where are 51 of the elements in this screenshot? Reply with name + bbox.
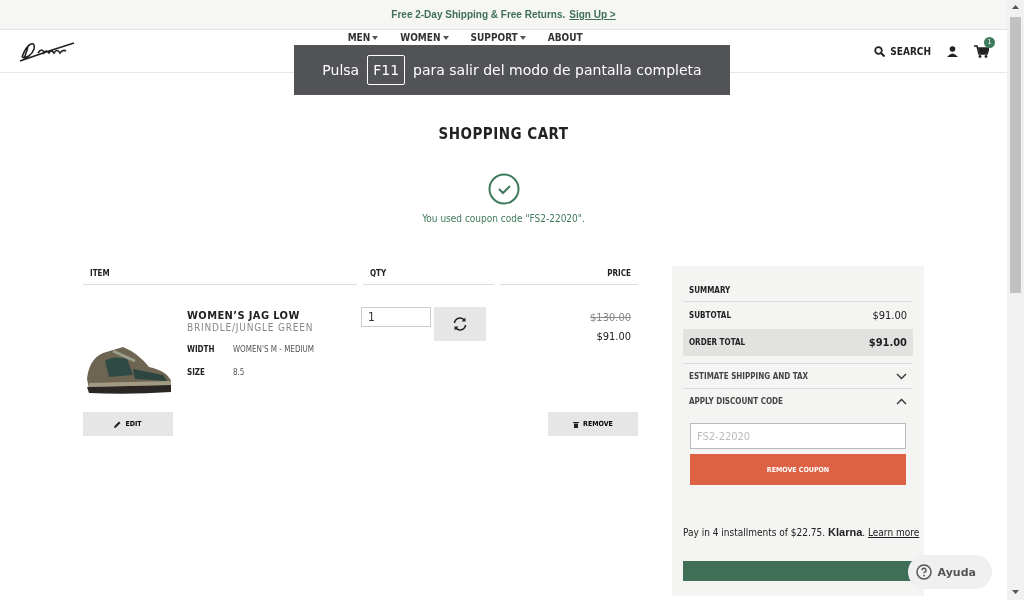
chevron-icon — [896, 372, 907, 380]
caret-icon — [442, 35, 449, 40]
trash-icon — [573, 420, 580, 428]
attribute-value: 8.5 — [233, 368, 245, 377]
product-name[interactable]: WOMEN’S JAG LOW — [187, 309, 355, 322]
scrollbar-thumb[interactable] — [1010, 17, 1021, 293]
nav-link[interactable]: WOMEN — [400, 32, 449, 43]
learn-more-link[interactable]: Learn more — [868, 527, 920, 538]
accordion-header[interactable]: APPLY DISCOUNT CODE — [683, 388, 913, 413]
coupon-message: You used coupon code "FS2-22020". — [422, 213, 585, 224]
summary-title: SUMMARY — [683, 266, 913, 302]
key-cap: F11 — [367, 55, 406, 85]
help-button[interactable]: Ayuda — [907, 555, 992, 589]
attribute-label: SIZE — [187, 368, 206, 377]
column-header: PRICE — [500, 266, 638, 285]
update-button[interactable] — [434, 307, 486, 341]
notice-text: Pulsa — [322, 62, 360, 78]
question-icon — [915, 564, 932, 580]
check-circle-icon — [487, 173, 520, 205]
accordion-header[interactable]: ESTIMATE SHIPPING AND TAX — [683, 363, 913, 388]
attribute-value: WOMEN'S M - MEDIUM — [233, 345, 315, 354]
scrollbar[interactable] — [1007, 0, 1024, 600]
account-icon[interactable] — [947, 45, 958, 57]
nav-link[interactable]: MEN — [347, 32, 379, 43]
caret-icon — [519, 35, 526, 40]
column-header: ITEM — [83, 266, 357, 285]
checkout-button[interactable] — [683, 561, 913, 581]
total-row: ORDER TOTAL $91.00 — [683, 329, 913, 356]
column-header: QTY — [363, 266, 494, 285]
product-color: BRINDLE/JUNGLE GREEN — [187, 322, 315, 333]
attribute-label: WIDTH — [187, 345, 216, 354]
search-icon — [874, 45, 886, 57]
search-link[interactable]: SEARCH — [874, 45, 931, 57]
quantity-field[interactable]: 1 — [361, 307, 431, 327]
scroll-down-icon[interactable] — [1012, 590, 1019, 594]
sign-up-link[interactable]: Sign Up > — [569, 9, 616, 20]
sale-price: $91.00 — [595, 330, 631, 343]
pencil-icon — [114, 420, 122, 428]
refresh-icon — [452, 316, 468, 332]
chevron-icon — [896, 397, 907, 405]
original-price: $130.00 — [589, 311, 631, 324]
page-title: SHOPPING CART — [437, 125, 570, 143]
summary-row-text: SUBTOTAL $91.00 — [688, 308, 908, 324]
discount-code-field[interactable]: FS2-22020 — [690, 423, 906, 449]
scroll-up-icon[interactable] — [1012, 5, 1019, 9]
notice-text: para salir del modo de pantalla completa — [413, 62, 702, 78]
caret-icon — [372, 35, 379, 40]
promo-text: Free 2-Day Shipping & Free Returns. — [391, 9, 566, 20]
nav-link[interactable]: SUPPORT — [470, 32, 526, 43]
cart-icon[interactable] — [974, 44, 989, 58]
nav-link[interactable]: ABOUT — [547, 32, 583, 43]
